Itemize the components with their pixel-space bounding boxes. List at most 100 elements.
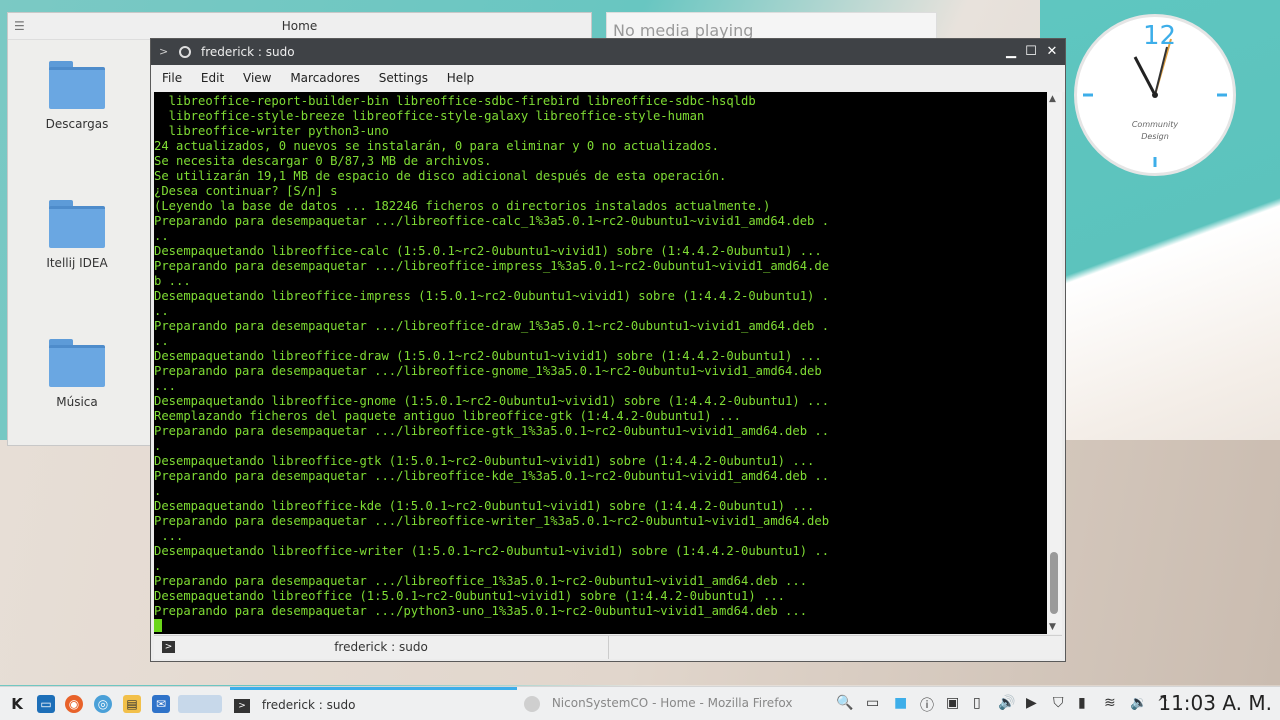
taskbar-clock[interactable]: 11:03 A. M. [1158,691,1272,715]
terminal-line: libreoffice-report-builder-bin libreoffi… [154,94,756,108]
terminal-line: ... [154,529,184,543]
terminal-line: Desempaquetando libreoffice-kde (1:5.0.1… [154,499,815,513]
terminal-line: .. [154,304,169,318]
terminal-line: b ... [154,274,191,288]
terminal-prompt-line [154,619,1047,634]
menu-settings[interactable]: Settings [379,65,428,92]
terminal-line: Reemplazando ficheros del paquete antigu… [154,409,741,423]
folder-label: Descargas [45,117,109,131]
folder-label: Música [56,395,98,409]
menu-file[interactable]: File [162,65,182,92]
search-icon[interactable]: 🔍 [836,695,853,711]
camera-icon[interactable]: ▶ [1026,695,1037,711]
terminal-line: Desempaquetando libreoffice-gnome (1:5.0… [154,394,830,408]
terminal-line: Desempaquetando libreoffice-gtk (1:5.0.1… [154,454,815,468]
terminal-menubar: File Edit View Marcadores Settings Help [151,65,1065,92]
terminal-tabbar: > frederick : sudo [154,635,1062,659]
task-terminal[interactable]: > frederick : sudo [230,687,517,720]
analog-clock-widget: 12 Community Design [1074,14,1236,176]
terminal-line: . [154,484,162,498]
folder-icon [49,339,105,387]
terminal-scrollbar[interactable]: ▲ ▼ [1047,92,1062,634]
pager-icon[interactable] [178,695,222,713]
folder-descargas[interactable]: Descargas [22,61,132,131]
browser-icon[interactable]: ◎ [94,695,112,713]
task-terminal-label: frederick : sudo [261,698,356,712]
terminal-icon: > [162,641,175,653]
terminal-line: Desempaquetando libreoffice-draw (1:5.0.… [154,349,822,363]
taskbar: K ▭ ◉ ◎ ▤ ✉ > frederick : sudo NiconSyst… [0,686,1280,720]
desktop-icon[interactable]: ▭ [37,695,55,713]
task-firefox-label: NiconSystemCO - Home - Mozilla Firefox [551,696,793,710]
terminal-line: Preparando para desempaquetar .../libreo… [154,364,822,378]
firefox-icon[interactable]: ◉ [65,695,83,713]
kde-launcher-icon[interactable]: K [8,695,26,713]
terminal-line: Preparando para desempaquetar .../libreo… [154,424,830,438]
menu-view[interactable]: View [243,65,271,92]
clock-brand-1: Community [1131,120,1179,129]
info-icon[interactable]: ⓘ [920,695,934,715]
battery-icon[interactable]: ▮ [1078,695,1086,711]
terminal-line: Preparando para desempaquetar .../libreo… [154,259,830,273]
scroll-thumb[interactable] [1050,552,1058,614]
menu-edit[interactable]: Edit [201,65,224,92]
terminal-line: ¿Desea continuar? [S/n] s [154,184,338,198]
folder-icon[interactable]: ■ [894,695,907,711]
terminal-line: ... [154,379,177,393]
terminal-output[interactable]: libreoffice-report-builder-bin libreoffi… [154,92,1047,634]
pin-icon[interactable] [179,46,191,58]
menu-help[interactable]: Help [447,65,474,92]
terminal-line: Preparando para desempaquetar .../libreo… [154,214,830,228]
clipboard-icon[interactable]: ▣ [946,695,959,711]
terminal-titlebar[interactable]: > frederick : sudo ▁ ☐ ✕ [151,39,1065,65]
terminal-line: Se necesita descargar 0 B/87,3 MB de arc… [154,154,492,168]
terminal-line: (Leyendo la base de datos ... 182246 fic… [154,199,771,213]
terminal-line: Preparando para desempaquetar .../libreo… [154,319,830,333]
files-icon[interactable]: ▤ [123,695,141,713]
clock-number: 12 [1143,21,1177,51]
terminal-line: Desempaquetando libreoffice (1:5.0.1~rc2… [154,589,786,603]
scroll-down-icon[interactable]: ▼ [1049,622,1056,632]
terminal-line: Desempaquetando libreoffice-calc (1:5.0.… [154,244,822,258]
chevron-right-icon[interactable]: > [159,39,168,65]
terminal-line: Desempaquetando libreoffice-impress (1:5… [154,289,830,303]
folder-musica[interactable]: Música [22,339,132,409]
folder-icon [49,200,105,248]
device-icon[interactable]: ▯ [973,695,981,711]
terminal-line: . [154,439,162,453]
terminal-cursor [154,619,162,632]
minimize-icon[interactable]: ▁ [1001,39,1021,65]
clock-brand-2: Design [1141,132,1169,141]
terminal-line: .. [154,334,169,348]
scroll-up-icon[interactable]: ▲ [1049,94,1056,104]
mail-icon[interactable]: ✉ [152,695,170,713]
terminal-line: Se utilizarán 19,1 MB de espacio de disc… [154,169,727,183]
speaker-icon[interactable]: 🔉 [1130,695,1147,711]
terminal-line: libreoffice-writer python3-uno [154,124,389,138]
task-firefox[interactable]: NiconSystemCO - Home - Mozilla Firefox [524,687,824,720]
folder-intellij[interactable]: Itellij IDEA [22,200,132,270]
maximize-icon[interactable]: ☐ [1021,39,1041,65]
folder-icon [49,61,105,109]
shield-icon[interactable]: ⛉ [1053,695,1064,711]
close-icon[interactable]: ✕ [1042,39,1062,65]
menu-marcadores[interactable]: Marcadores [290,65,360,92]
terminal-line: Desempaquetando libreoffice-writer (1:5.… [154,544,830,558]
terminal-tab[interactable]: > frederick : sudo [154,636,609,659]
terminal-line: Preparando para desempaquetar .../python… [154,604,808,618]
terminal-line: Preparando para desempaquetar .../libreo… [154,514,830,528]
folder-label: Itellij IDEA [46,256,108,270]
window-icon[interactable]: ▭ [866,695,879,711]
terminal-line: Preparando para desempaquetar .../libreo… [154,469,830,483]
terminal-line: . [154,559,162,573]
terminal-window: > frederick : sudo ▁ ☐ ✕ File Edit View … [150,38,1066,662]
terminal-tab-label: frederick : sudo [334,640,428,654]
file-window-title: Home [8,13,591,40]
volume-icon[interactable]: 🔊 [998,695,1015,711]
menu-icon[interactable]: ☰ [14,19,25,33]
terminal-icon: > [234,698,250,713]
terminal-line: .. [154,229,169,243]
terminal-line: 24 actualizados, 0 nuevos se instalarán,… [154,139,719,153]
firefox-icon [524,695,540,712]
wifi-icon[interactable]: ≋ [1104,695,1116,711]
